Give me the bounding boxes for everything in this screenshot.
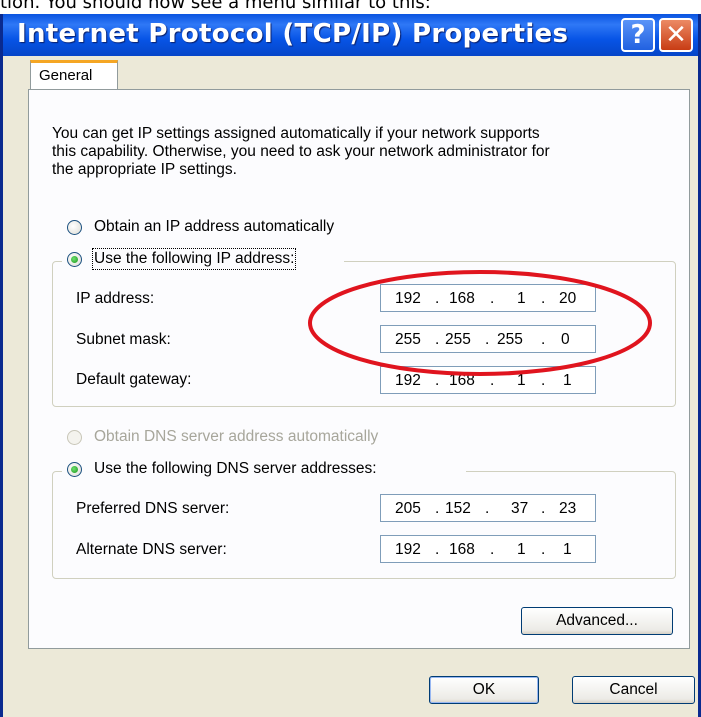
- description-text: You can get IP settings assigned automat…: [52, 125, 662, 179]
- radio-obtain-ip-auto-label[interactable]: Obtain an IP address automatically: [94, 218, 334, 236]
- ip-octet: 192: [395, 541, 421, 558]
- cancel-button[interactable]: Cancel: [572, 676, 695, 704]
- title-bar[interactable]: Internet Protocol (TCP/IP) Properties ? …: [3, 14, 698, 56]
- radio-use-dns-label[interactable]: Use the following DNS server addresses:: [94, 460, 377, 478]
- description-line: the appropriate IP settings.: [52, 161, 237, 178]
- ip-octet: 168: [449, 541, 475, 558]
- radio-use-ip[interactable]: [67, 252, 82, 267]
- close-button[interactable]: ✕: [659, 18, 693, 52]
- ip-address-label: IP address:: [76, 290, 155, 307]
- preferred-dns-input[interactable]: 205 . 152 . 37 . 23: [380, 494, 596, 522]
- window-title: Internet Protocol (TCP/IP) Properties: [17, 19, 569, 49]
- advanced-button[interactable]: Advanced...: [521, 607, 673, 635]
- caption-text: tion. You should now see a menu similar …: [0, 0, 431, 13]
- close-icon: ✕: [665, 20, 687, 50]
- default-gateway-label: Default gateway:: [76, 371, 192, 388]
- ip-octet: 1: [517, 541, 526, 558]
- help-button[interactable]: ?: [621, 18, 655, 52]
- ok-button[interactable]: OK: [429, 676, 539, 704]
- tab-general[interactable]: General: [30, 60, 118, 90]
- ip-octet: 1: [563, 541, 572, 558]
- help-icon: ?: [630, 20, 646, 50]
- preferred-dns-label: Preferred DNS server:: [76, 500, 230, 517]
- alternate-dns-label: Alternate DNS server:: [76, 541, 227, 558]
- radio-use-ip-label[interactable]: Use the following IP address:: [91, 248, 297, 270]
- ip-octet: 152: [445, 500, 471, 517]
- ip-octet: 23: [559, 500, 577, 517]
- description-line: this capability. Otherwise, you need to …: [52, 143, 550, 160]
- radio-obtain-dns-auto[interactable]: [67, 430, 82, 445]
- ip-octet: 205: [395, 500, 421, 517]
- alternate-dns-input[interactable]: 192 . 168 . 1 . 1: [380, 535, 596, 563]
- radio-selected-dot: [71, 256, 78, 263]
- subnet-mask-label: Subnet mask:: [76, 331, 171, 348]
- radio-obtain-dns-auto-label: Obtain DNS server address automatically: [94, 428, 379, 445]
- radio-selected-dot: [71, 466, 78, 473]
- radio-obtain-ip-auto[interactable]: [67, 220, 82, 235]
- annotation-ellipse: [308, 270, 652, 376]
- ip-octet: 37: [511, 500, 529, 517]
- description-line: You can get IP settings assigned automat…: [52, 125, 540, 142]
- radio-use-dns[interactable]: [67, 462, 82, 477]
